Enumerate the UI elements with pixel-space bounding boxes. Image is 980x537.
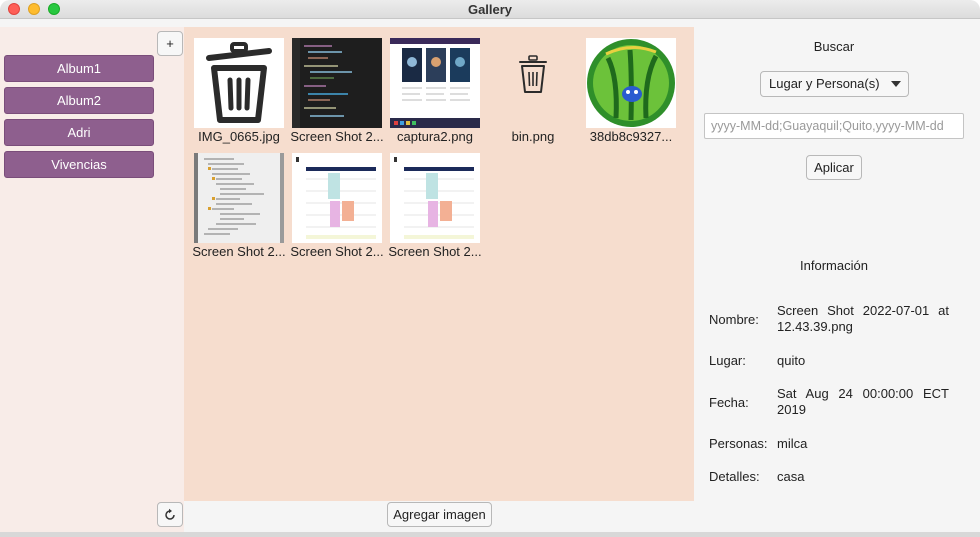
album-sidebar: Album1 Album2 Adri Vivencias bbox=[0, 27, 184, 532]
image-caption: captura2.png bbox=[397, 129, 473, 144]
image-thumb-file-tree-screenshot[interactable] bbox=[194, 153, 284, 243]
code-screenshot-thumbnail bbox=[292, 38, 382, 128]
album-item-vivencias[interactable]: Vivencias bbox=[4, 151, 154, 178]
info-name-label: Nombre: bbox=[709, 312, 759, 327]
info-date-value: Sat Aug 24 00:00:00 ECT 2019 bbox=[777, 386, 949, 417]
image-thumb-img-0665[interactable] bbox=[194, 38, 284, 128]
webpage-screenshot-thumbnail bbox=[390, 38, 480, 128]
info-place-label: Lugar: bbox=[709, 353, 746, 368]
image-caption: bin.png bbox=[511, 129, 555, 144]
search-filter-select[interactable]: Lugar y Persona(s) bbox=[760, 71, 909, 97]
info-people-label: Personas: bbox=[709, 436, 768, 451]
trash-bin-small-icon bbox=[519, 55, 547, 93]
green-circle-logo-thumbnail bbox=[587, 39, 675, 127]
file-tree-screenshot-thumbnail bbox=[194, 153, 284, 243]
image-caption: Screen Shot 2... bbox=[192, 244, 286, 259]
image-caption: Screen Shot 2... bbox=[290, 129, 384, 144]
info-name-value: Screen Shot 2022-07-01 at 12.43.39.png bbox=[777, 303, 949, 334]
window-title: Gallery bbox=[467, 2, 513, 17]
image-thumb-captura2[interactable] bbox=[390, 38, 480, 128]
right-panel bbox=[694, 27, 980, 532]
info-details-label: Detalles: bbox=[709, 469, 760, 484]
image-thumb-code-screenshot[interactable] bbox=[292, 38, 382, 128]
album-item-album1[interactable]: Album1 bbox=[4, 55, 154, 82]
search-input[interactable] bbox=[704, 113, 964, 139]
image-thumb-38db8c9327[interactable] bbox=[586, 38, 676, 128]
image-caption: IMG_0665.jpg bbox=[198, 129, 280, 144]
add-image-button[interactable]: Agregar imagen bbox=[387, 502, 492, 527]
image-thumb-bin[interactable] bbox=[488, 38, 578, 128]
info-heading: Información bbox=[800, 258, 868, 273]
search-heading: Buscar bbox=[813, 39, 855, 54]
add-album-button[interactable]: + bbox=[157, 31, 183, 56]
schedule-table-thumbnail bbox=[390, 153, 480, 243]
image-caption: Screen Shot 2... bbox=[388, 244, 482, 259]
chevron-down-icon bbox=[891, 81, 901, 87]
image-caption: Screen Shot 2... bbox=[290, 244, 384, 259]
search-filter-value: Lugar y Persona(s) bbox=[769, 76, 880, 91]
album-item-album2[interactable]: Album2 bbox=[4, 87, 154, 114]
image-thumb-schedule-2[interactable] bbox=[390, 153, 480, 243]
info-date-label: Fecha: bbox=[709, 395, 749, 410]
trash-bin-icon bbox=[206, 42, 272, 123]
refresh-button[interactable] bbox=[157, 502, 183, 527]
schedule-table-thumbnail bbox=[292, 153, 382, 243]
title-bar: Gallery bbox=[0, 0, 980, 19]
image-caption: 38db8c9327... bbox=[589, 129, 673, 144]
desktop-background bbox=[0, 532, 980, 537]
album-item-adri[interactable]: Adri bbox=[4, 119, 154, 146]
info-place-value: quito bbox=[777, 353, 806, 368]
refresh-icon bbox=[165, 508, 175, 520]
info-people-value: milca bbox=[777, 436, 808, 451]
image-thumb-schedule-1[interactable] bbox=[292, 153, 382, 243]
info-details-value: casa bbox=[777, 469, 805, 484]
image-gallery: IMG_0665.jpg Screen Shot 2... captura2.p… bbox=[184, 27, 694, 501]
gallery-window: Gallery Album1 Album2 Adri Vivencias + I… bbox=[0, 0, 980, 532]
apply-button[interactable]: Aplicar bbox=[806, 155, 862, 180]
